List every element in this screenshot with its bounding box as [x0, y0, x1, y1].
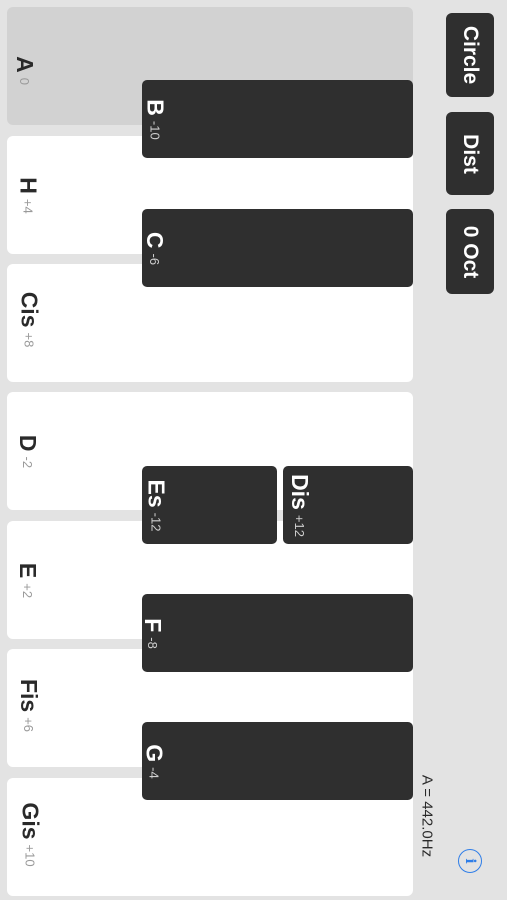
key-cents: +4 — [20, 198, 36, 214]
piano-key-f[interactable]: F -8 — [139, 594, 413, 672]
key-label: A 0 — [11, 56, 38, 85]
circle-button[interactable]: Circle — [446, 13, 494, 97]
piano-key-dis[interactable]: Dis +12 — [283, 466, 413, 544]
key-cents: -2 — [20, 456, 36, 469]
key-name: E — [15, 562, 42, 579]
key-label: Fis +6 — [15, 679, 42, 732]
key-label: Dis +12 — [286, 474, 313, 537]
piano-key-b[interactable]: B -10 — [142, 80, 413, 158]
key-name: F — [139, 618, 166, 633]
key-label: E +2 — [14, 563, 41, 598]
key-name: A — [11, 56, 38, 73]
key-label: Gis +10 — [17, 802, 44, 866]
key-label: H +4 — [15, 177, 42, 213]
key-name: H — [15, 177, 42, 194]
key-name: C — [142, 231, 169, 249]
info-icon: i — [462, 858, 478, 864]
key-cents: +8 — [21, 332, 37, 348]
key-cents: +10 — [22, 844, 38, 867]
key-label: B -10 — [142, 99, 169, 139]
circle-button-label: Circle — [459, 25, 482, 85]
key-label: Cis +8 — [15, 292, 42, 348]
key-cents: -8 — [144, 637, 160, 649]
key-cents: -4 — [146, 767, 162, 779]
key-name: Fis — [16, 678, 43, 713]
piano-key-es[interactable]: Es -12 — [142, 466, 277, 544]
piano-key-c[interactable]: C -6 — [142, 209, 413, 287]
key-label: C -6 — [141, 232, 168, 265]
reference-frequency-text: A = 442.0Hz — [418, 774, 436, 858]
key-name: Es — [143, 479, 170, 508]
key-label: G -4 — [141, 744, 168, 778]
key-name: D — [15, 434, 42, 452]
octave-button-label: 0 Oct — [459, 225, 482, 278]
key-name: Gis — [17, 802, 44, 840]
dist-button-label: Dist — [459, 133, 482, 174]
key-name: G — [141, 744, 168, 763]
key-name: Cis — [16, 291, 43, 328]
info-button[interactable]: i — [458, 849, 482, 873]
key-name: B — [142, 99, 169, 116]
key-cents: -6 — [147, 253, 163, 266]
key-cents: +2 — [20, 583, 36, 599]
key-cents: -10 — [147, 120, 163, 140]
octave-button[interactable]: 0 Oct — [446, 209, 494, 294]
key-label: F -8 — [139, 618, 166, 649]
key-label: D -2 — [14, 435, 41, 468]
piano-key-g[interactable]: G -4 — [142, 722, 413, 800]
key-cents: +6 — [21, 717, 37, 733]
key-name: Dis — [286, 474, 313, 510]
key-cents: -12 — [148, 512, 164, 532]
key-cents: 0 — [16, 77, 32, 85]
key-cents: +12 — [291, 514, 307, 537]
dist-button[interactable]: Dist — [446, 112, 494, 195]
key-label: Es -12 — [142, 480, 169, 532]
